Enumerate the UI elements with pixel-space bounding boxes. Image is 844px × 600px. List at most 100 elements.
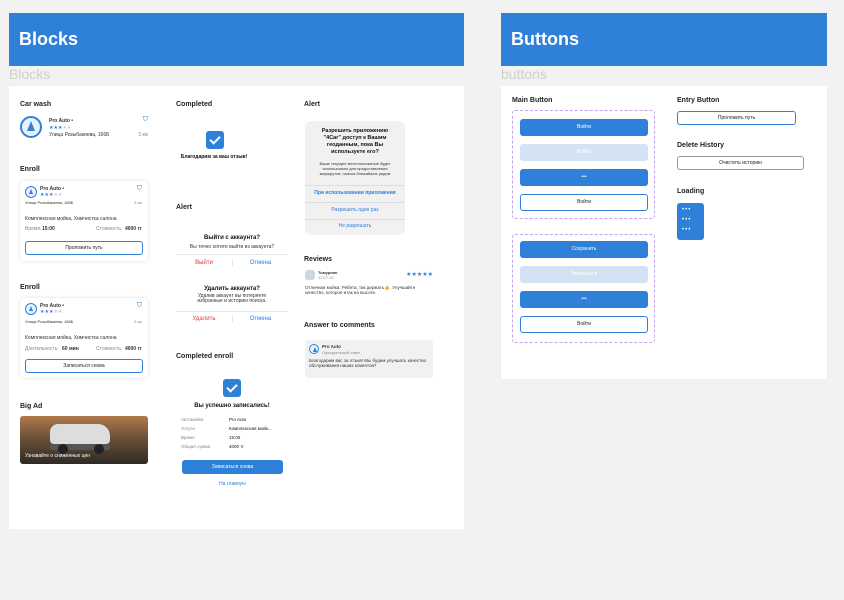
enroll-again-button[interactable]: Записаться снова <box>25 359 143 373</box>
avatar <box>305 270 315 280</box>
divider <box>176 311 288 312</box>
enroll-title: Enroll <box>20 166 40 173</box>
divider <box>305 185 405 186</box>
rating-stars: ★★★★★ <box>40 309 63 315</box>
save-button[interactable]: Сохранить <box>520 241 648 258</box>
logout-alert-text: Вы точно хотите выйти из аккаунта? <box>189 244 275 250</box>
cost-label: Стоимость: <box>96 346 123 352</box>
bookmark-icon[interactable]: ⛉ <box>137 185 142 193</box>
car-wash-name: Pro Auto • <box>49 118 74 124</box>
delete-alert-text: Удалив аккаунт вы потеряете избранные и … <box>197 293 267 304</box>
cost-label: Стоимость: <box>96 226 123 232</box>
geo-option-once[interactable]: Разрешить один раз <box>305 207 405 213</box>
entry-button-title: Entry Button <box>677 97 720 104</box>
cost-value: 4000 тг <box>124 346 142 352</box>
alert-title: Alert <box>304 101 320 108</box>
bookmark-icon[interactable]: ⛉ <box>143 116 148 124</box>
detail-key: Общая сумма <box>181 444 211 449</box>
buttons-header: Buttons <box>501 13 827 66</box>
cost-value: 4000 тг <box>124 226 142 232</box>
login-button-outline[interactable]: Войти <box>520 316 648 333</box>
big-ad-title: Big Ad <box>20 403 43 410</box>
car-wash-logo <box>25 303 37 315</box>
detail-value: 15:00 <box>229 435 241 440</box>
review-item: Тимурлан 12.07.22 ★★★★★ Отличная мойка. … <box>305 270 433 300</box>
logout-confirm-button[interactable]: Выйти <box>176 260 232 266</box>
login-button-disabled: Войти <box>520 144 648 161</box>
completed-text: Благодарим за ваш отзыв! <box>180 154 248 160</box>
car-wash-address: Улица Розыбакиева, 166Б <box>49 132 110 138</box>
delete-cancel-button[interactable]: Отмена <box>232 316 288 322</box>
rating-stars: ★★★★★ <box>40 192 63 198</box>
car-wash-logo <box>309 344 319 354</box>
route-button[interactable]: Проложить путь <box>677 111 796 125</box>
buttons-board: Main Button Войти Войти ••• Войти Сохран… <box>501 86 827 379</box>
detail-value: Комплексная мойк... <box>229 426 272 431</box>
rating-stars: ★★★★★ <box>49 125 72 131</box>
enroll-address: Улица Розыбакиева, 166Б <box>25 319 74 324</box>
completed-title: Completed <box>176 101 213 108</box>
geo-alert-text: Ваше текущее местоположение будет исполь… <box>319 161 391 176</box>
detail-value: 4000 тг <box>229 444 244 449</box>
login-button[interactable]: Войти <box>520 119 648 136</box>
divider <box>305 219 405 220</box>
rating-stars: ★★★★★ <box>406 272 433 278</box>
blocks-caption: Blocks <box>9 66 51 82</box>
geo-option-while-using[interactable]: При использовании приложения <box>305 190 405 196</box>
detail-value: Pro Auto <box>229 417 247 422</box>
duration-label: Длительность: <box>25 346 59 352</box>
geo-option-deny[interactable]: Не разрешать <box>305 223 405 229</box>
enroll-distance: 3 км <box>134 200 142 205</box>
car-wash-logo <box>20 116 42 138</box>
route-button[interactable]: Проложить путь <box>25 241 143 255</box>
completed-enroll-title: Completed enroll <box>176 353 234 360</box>
enroll-card: Pro Auto • ★★★★★ ⛉ Улица Розыбакиева, 16… <box>20 298 148 378</box>
review-text: Отличная мойка. Ребята, так держать👍. Ул… <box>305 285 416 295</box>
answer-title: Answer to comments <box>304 322 375 329</box>
car-wash-distance: 3 км <box>138 132 148 138</box>
enroll-title: Enroll <box>20 284 40 291</box>
bookmark-icon[interactable]: ⛉ <box>137 302 142 310</box>
logout-alert-title: Выйти с аккаунта? <box>203 235 261 241</box>
geo-alert-title: Разрешить приложению "4Car" доступ к Ваш… <box>321 128 389 155</box>
divider <box>305 202 405 203</box>
duration-value: 60 мин <box>62 346 79 352</box>
blocks-header: Blocks <box>9 13 464 66</box>
time-value: 15:00 <box>42 226 55 232</box>
loading-dots: ••• <box>682 227 692 233</box>
completed-enroll-details: Автомойка Pro Auto Услуги Комплексная мо… <box>181 417 281 457</box>
loading-indicator: ••• ••• ••• <box>677 203 704 240</box>
enroll-card: Pro Auto • ★★★★★ ⛉ Улица Розыбакиева, 16… <box>20 181 148 261</box>
completed-enroll-heading: Вы успешно записались! <box>194 403 270 409</box>
delete-alert: Удалить аккаунта? Удалив аккаунт вы поте… <box>176 281 288 333</box>
big-ad-banner[interactable]: Узнавайте о сниженных цен <box>20 416 148 464</box>
reviews-title: Reviews <box>304 256 333 263</box>
delete-confirm-button[interactable]: Удалить <box>176 316 232 322</box>
loading-title: Loading <box>677 188 705 195</box>
divider <box>176 254 288 255</box>
car-wash-title: Car wash <box>20 101 52 108</box>
logout-alert: Выйти с аккаунта? Вы точно хотите выйти … <box>176 226 288 274</box>
login-button-loading: ••• <box>520 169 648 186</box>
home-link[interactable]: На главную <box>182 481 283 487</box>
check-icon <box>206 131 224 149</box>
buttons-header-title: Buttons <box>511 29 579 49</box>
enroll-address: Улица Розыбакиева, 166Б <box>25 200 74 205</box>
enroll-again-button[interactable]: Записаться снова <box>182 460 283 474</box>
answer-role: Официальный ответ <box>322 350 361 355</box>
car-wash-item[interactable]: Pro Auto • ★★★★★ Улица Розыбакиева, 166Б… <box>20 116 148 140</box>
big-ad-text: Узнавайте о сниженных цен <box>25 453 91 459</box>
logout-cancel-button[interactable]: Отмена <box>232 260 288 266</box>
delete-alert-title: Удалить аккаунта? <box>204 286 260 292</box>
car-wheel <box>94 444 104 454</box>
enroll-button-disabled: Записаться <box>520 266 648 283</box>
detail-key: Услуги <box>181 426 195 431</box>
buttons-caption: buttons <box>501 66 547 82</box>
alert-title: Alert <box>176 204 192 211</box>
loading-dots: ••• <box>682 217 692 223</box>
login-button-outline[interactable]: Войти <box>520 194 648 211</box>
blocks-header-title: Blocks <box>19 29 79 49</box>
clear-history-button[interactable]: Очистить историю <box>677 156 804 170</box>
check-icon <box>223 379 241 397</box>
blocks-board: Car wash Pro Auto • ★★★★★ Улица Розыбаки… <box>9 86 464 529</box>
